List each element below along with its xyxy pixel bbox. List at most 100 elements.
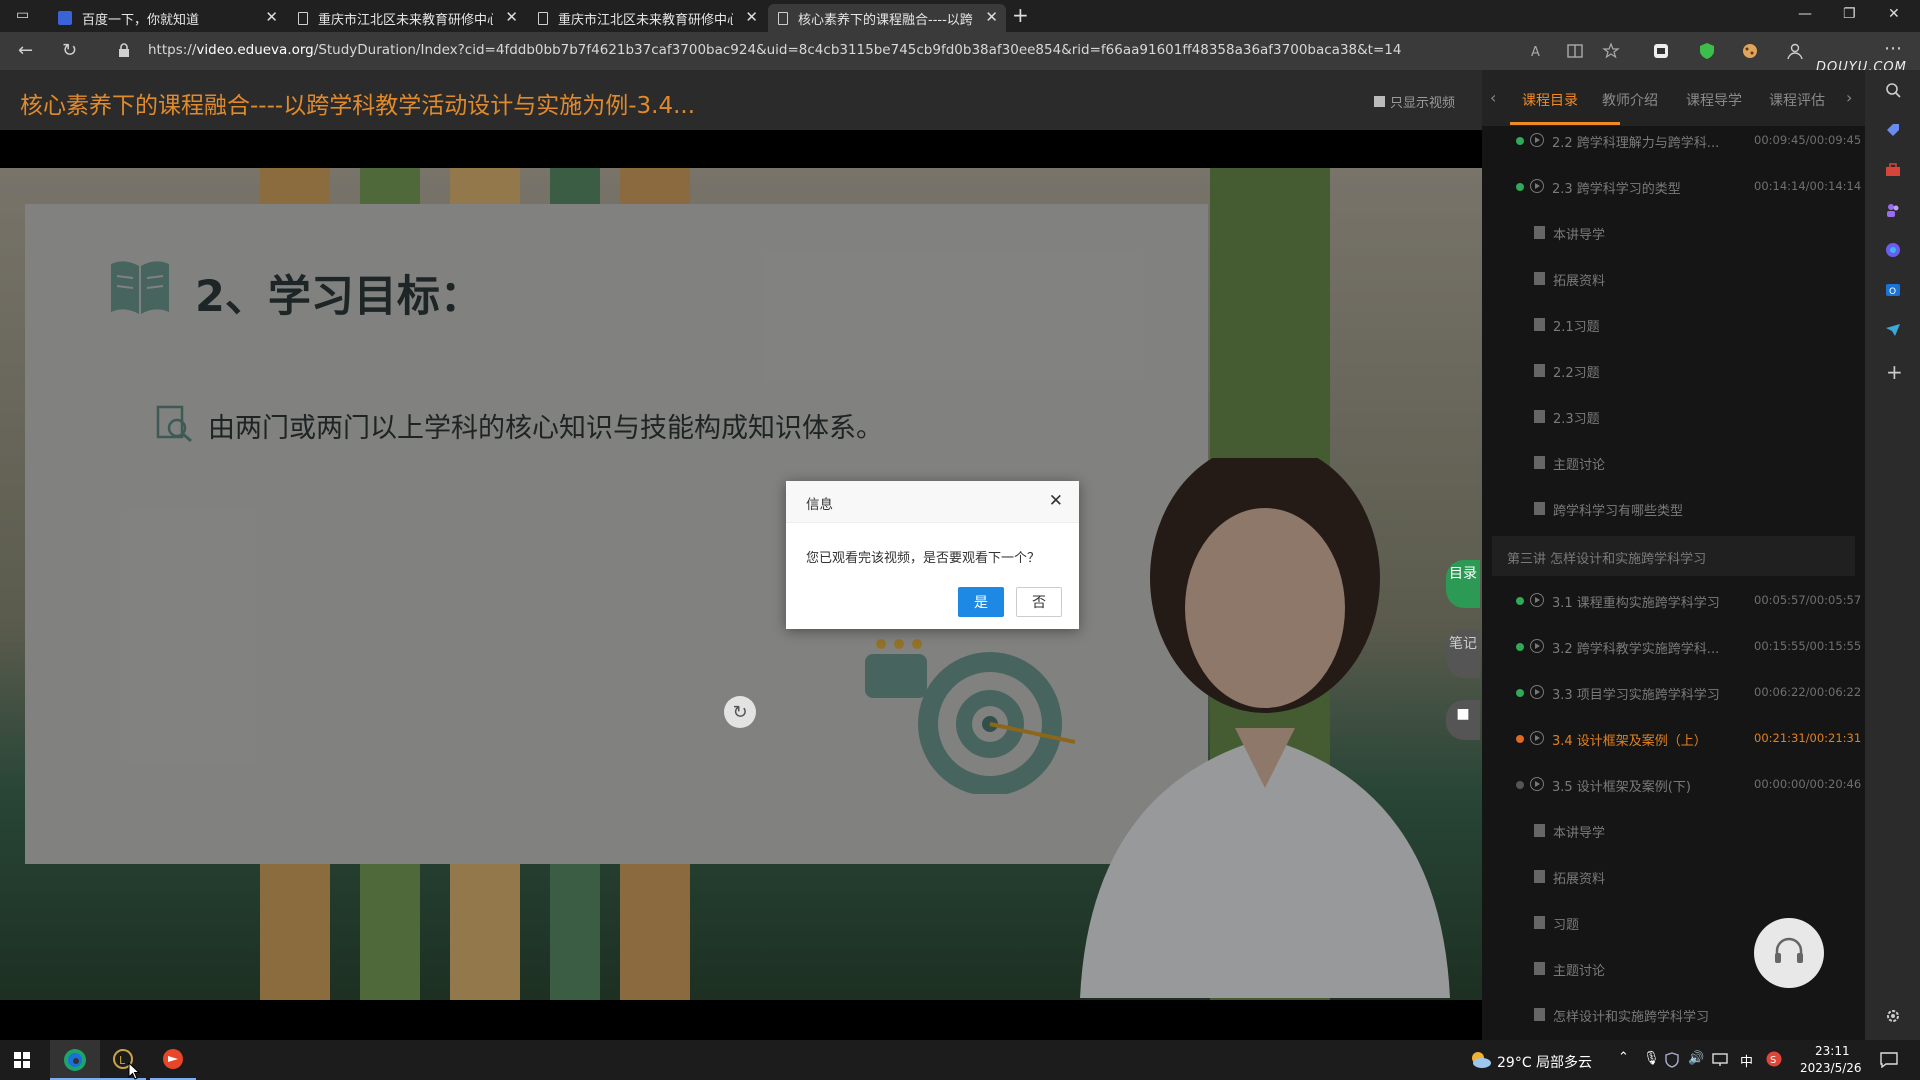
close-tab-icon[interactable]: ✕ [505,8,518,26]
lesson-duration: 00:21:31/00:21:31 [1754,731,1862,745]
lesson-resource-item[interactable]: 怎样设计和实施跨学科学习 [1492,992,1855,1038]
play-circle-icon [1530,639,1544,653]
video-only-toggle[interactable]: 只显示视频 [1374,92,1455,111]
lesson-video-item[interactable]: 3.2 跨学科教学实施跨学科... 00:15:55/00:15:55 [1492,624,1861,670]
taskbar-edge-app[interactable] [50,1040,100,1080]
refresh-icon[interactable]: ↻ [62,40,77,61]
url-path: /StudyDuration/Index?cid=4fddb0bb7b7f462… [313,42,1402,58]
read-aloud-icon[interactable]: A [1530,42,1548,60]
toolbox-icon[interactable] [1885,162,1901,178]
send-icon[interactable] [1885,322,1901,338]
tab-teacher[interactable]: 教师介绍 [1602,90,1658,110]
tab-jiangbei-1[interactable]: 重庆市江北区未来教育研修中心 ✕ [288,4,526,32]
clock-time[interactable]: 23:11 [1815,1044,1850,1058]
side-tab-notes[interactable]: 笔记 [1446,630,1480,678]
lesson-resource-item[interactable]: 2.1习题 [1492,302,1855,348]
lesson-duration: 00:00:00/00:20:46 [1754,777,1862,791]
resource-title: 怎样设计和实施跨学科学习 [1553,1010,1710,1025]
lesson-duration: 00:05:57/00:05:57 [1754,593,1862,607]
lesson-resource-item[interactable]: 拓展资料 [1492,256,1855,302]
people-icon[interactable] [1885,202,1901,218]
ime-indicator[interactable]: 中 [1740,1051,1753,1070]
url-field[interactable]: https://video.edueva.org/StudyDuration/I… [148,42,1401,58]
tab-baidu[interactable]: 百度一下，你就知道 ✕ [48,4,286,32]
notification-icon[interactable] [1880,1052,1898,1068]
replay-icon[interactable]: ↻ [724,696,756,728]
yes-button[interactable]: 是 [958,587,1004,617]
lesson-video-item[interactable]: 3.3 项目学习实施跨学科学习 00:06:22/00:06:22 [1492,670,1861,716]
close-tab-icon[interactable]: ✕ [985,8,998,26]
extension-icon[interactable] [1652,42,1670,60]
side-tab-catalog[interactable]: 目录 [1446,560,1480,608]
tab-actions-icon[interactable]: ▭ [16,7,29,23]
shield-extension-icon[interactable] [1698,42,1716,60]
play-circle-icon [1530,133,1544,147]
video-player[interactable]: 2、学习目标： 由两门或两门以上学科的核心知识与技能构成知识体系。 ↻ 目录 笔… [0,130,1482,1040]
lesson-title: 3.5 设计框架及案例(下) [1552,780,1691,795]
dialog-close-icon[interactable]: ✕ [1049,491,1063,511]
progress-status-dot [1516,735,1524,743]
split-screen-icon[interactable] [1566,42,1584,60]
taskbar-app-3[interactable] [150,1040,196,1080]
lesson-resource-item[interactable]: 拓展资料 [1492,854,1855,900]
document-icon [1534,456,1545,469]
video-only-checkbox[interactable] [1374,96,1385,107]
side-tab-square-icon[interactable]: ■ [1446,700,1480,740]
clock-date[interactable]: 2023/5/26 [1800,1061,1862,1075]
tabs-next-icon[interactable]: › [1846,88,1852,107]
security-shield-icon[interactable] [1665,1052,1679,1068]
settings-gear-icon[interactable] [1885,1008,1901,1024]
close-tab-icon[interactable]: ✕ [265,8,278,26]
close-window-icon[interactable]: ✕ [1888,6,1900,22]
tab-evaluation[interactable]: 课程评估 [1769,90,1825,110]
copilot-icon[interactable] [1885,242,1901,258]
cookie-extension-icon[interactable] [1741,42,1759,60]
lesson-video-item[interactable]: 2.2 跨学科理解力与跨学科... 00:09:45/00:09:45 [1492,118,1861,164]
tab-jiangbei-2[interactable]: 重庆市江北区未来教育研修中心 ✕ [528,4,766,32]
microphone-icon[interactable]: 🎙 [1643,1051,1660,1066]
volume-icon[interactable]: 🔊 [1688,1051,1704,1066]
tabs-prev-icon[interactable]: ‹ [1490,88,1496,107]
back-icon[interactable]: ← [18,40,33,61]
close-tab-icon[interactable]: ✕ [745,8,758,26]
headset-icon [1775,937,1803,963]
tab-course-active[interactable]: 核心素养下的课程融合----以跨学 ✕ [768,4,1006,32]
lesson-resource-item[interactable]: 主题讨论 [1492,440,1855,486]
lesson-video-item[interactable]: 3.5 设计框架及案例(下) 00:00:00/00:20:46 [1492,762,1861,808]
more-menu-icon[interactable]: ⋯ [1884,38,1902,59]
tray-chevron-icon[interactable]: ⌃ [1618,1050,1629,1065]
sogou-ime-icon[interactable]: S [1766,1051,1782,1067]
lesson-resource-item[interactable]: 跨学科学习有哪些类型 [1492,486,1855,532]
lesson-video-item[interactable]: 2.3 跨学科学习的类型 00:14:14/00:14:14 [1492,164,1861,210]
outlook-icon[interactable]: O [1885,282,1901,298]
network-icon[interactable] [1712,1053,1728,1067]
add-icon[interactable]: + [1886,360,1903,384]
favorite-star-icon[interactable] [1602,42,1620,60]
windows-start-icon[interactable] [14,1052,30,1068]
tab-label: 百度一下，你就知道 [82,12,200,28]
lesson-resource-item[interactable]: 2.2习题 [1492,348,1855,394]
tab-catalog[interactable]: 课程目录 [1522,90,1578,110]
lesson-video-item[interactable]: 3.4 设计框架及案例（上） 00:21:31/00:21:31 [1492,716,1861,762]
document-icon [1534,226,1545,239]
tab-label: 核心素养下的课程融合----以跨学 [798,12,973,28]
lesson-resource-item[interactable]: 本讲导学 [1492,210,1855,256]
no-button[interactable]: 否 [1016,587,1062,617]
tab-guide[interactable]: 课程导学 [1686,90,1742,110]
page-icon [538,11,548,25]
tag-icon[interactable] [1885,122,1901,138]
lesson-resource-item[interactable]: 2.3习题 [1492,394,1855,440]
lesson-video-item[interactable]: 3.1 课程重构实施跨学科学习 00:05:57/00:05:57 [1492,578,1861,624]
lock-icon[interactable] [118,43,130,57]
next-video-dialog: 信息 ✕ 您已观看完该视频，是否要观看下一个？ 是 否 [786,481,1079,629]
search-icon[interactable] [1885,82,1901,98]
customer-support-button[interactable] [1754,918,1824,988]
profile-icon[interactable] [1786,42,1804,60]
lesson-resource-item[interactable]: 本讲导学 [1492,808,1855,854]
section-header[interactable]: 第三讲 怎样设计和实施跨学科学习 [1492,536,1855,576]
minimize-icon[interactable]: — [1798,6,1812,22]
lesson-duration: 00:06:22/00:06:22 [1754,685,1862,699]
weather-text[interactable]: 29°C 局部多云 [1497,1052,1592,1072]
restore-icon[interactable]: ❐ [1843,6,1856,22]
new-tab-button[interactable]: + [1012,3,1029,27]
